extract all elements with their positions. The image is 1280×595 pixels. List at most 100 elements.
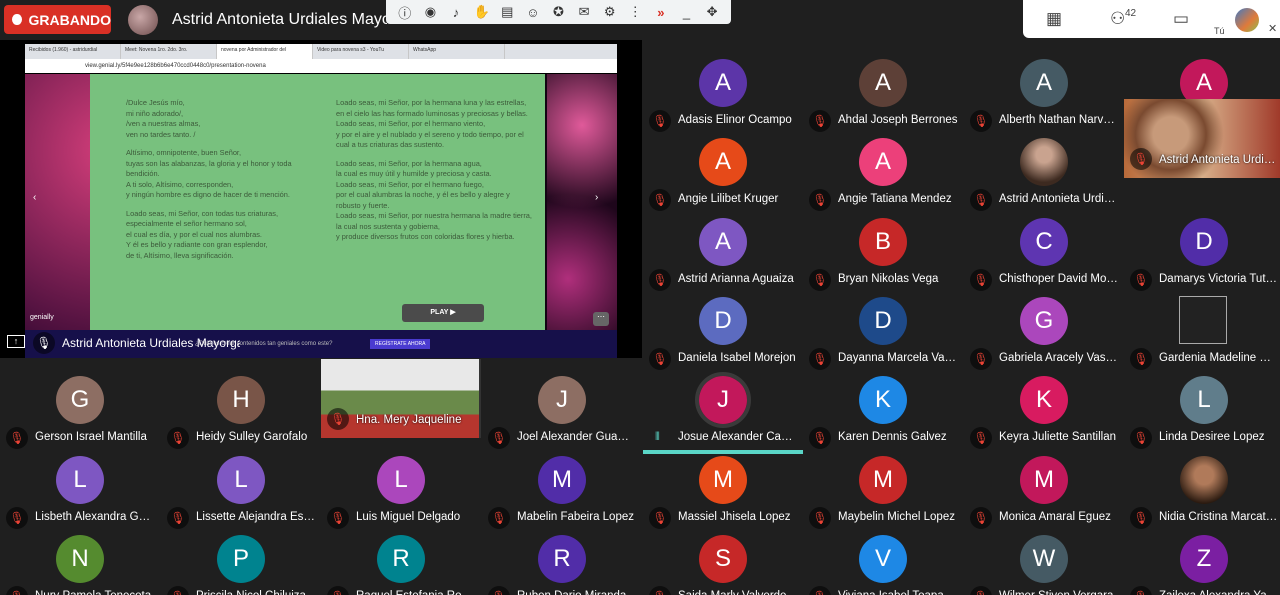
participant-tile[interactable]: W 🎙 Wilmer Stiven Vergara bbox=[964, 534, 1124, 595]
more-vert-icon[interactable]: ⋮ bbox=[626, 4, 644, 20]
mic-off-icon: 🎙 bbox=[809, 269, 831, 291]
participant-tile[interactable]: A 🎙 Astrid Arianna Aguaiza bbox=[643, 217, 803, 296]
move-icon[interactable]: ✥ bbox=[703, 4, 721, 20]
participant-tile[interactable]: D 🎙 Daniela Isabel Morejon bbox=[643, 296, 803, 375]
mic-off-icon: 🎙 bbox=[970, 189, 992, 211]
participant-name: Luis Miguel Delgado bbox=[356, 511, 461, 523]
mic-off-icon: 🎙 bbox=[809, 427, 831, 449]
slide-menu-icon: ⋯ bbox=[593, 312, 609, 326]
participant-tile[interactable]: G 🎙 Gabriela Aracely Vasquez bbox=[964, 296, 1124, 375]
participant-tile[interactable]: J ⦀ Josue Alexander Castro bbox=[643, 372, 803, 454]
slide-text-panel: /Dulce Jesús mío, mi niño adorado/, /ven… bbox=[90, 74, 545, 330]
participant-tile[interactable]: G 🎙 Gerson Israel Mantilla bbox=[0, 375, 160, 454]
avatar: A bbox=[859, 59, 907, 107]
participant-tile[interactable]: N 🎙 Nury Pamela Tenecota bbox=[0, 534, 160, 595]
chevron-right-icon: › bbox=[595, 192, 599, 203]
participant-tile[interactable]: 🎙 Astrid Antonieta Urdiales bbox=[964, 137, 1124, 216]
avatar: N bbox=[56, 535, 104, 583]
participant-tile[interactable]: R 🎙 Raquel Estefania Rodriguez bbox=[321, 534, 481, 595]
grid-layout-icon[interactable]: ▦ bbox=[1046, 9, 1062, 29]
presenter-avatar bbox=[128, 5, 158, 35]
participant-tile[interactable]: V 🎙 Viviana Isabel Toapanta bbox=[803, 534, 963, 595]
participant-tile[interactable]: D 🎙 Dayanna Marcela Valdez bbox=[803, 296, 963, 375]
participant-name: Gerson Israel Mantilla bbox=[35, 431, 147, 443]
raise-hand-icon[interactable]: ✋ bbox=[473, 4, 491, 20]
badge-icon[interactable]: ✪ bbox=[549, 4, 567, 20]
info-icon[interactable]: ⓘ bbox=[396, 3, 414, 22]
present-icon[interactable]: ↑ bbox=[7, 335, 25, 348]
chevrons-right-icon[interactable]: » bbox=[652, 5, 670, 20]
participant-name: Joel Alexander Guaman bbox=[517, 431, 637, 443]
mic-off-icon: 🎙 bbox=[1130, 269, 1152, 291]
participant-tile[interactable]: S 🎙 Saida Marly Valverde bbox=[643, 534, 803, 595]
participant-tile[interactable]: A 🎙 Alberth Nathan Narvaez bbox=[964, 58, 1124, 137]
participant-name: Linda Desiree Lopez bbox=[1159, 431, 1265, 443]
presenter-name: Astrid Antonieta Urdiales Mayorga bbox=[172, 11, 387, 28]
avatar: A bbox=[1020, 59, 1068, 107]
mic-off-icon: 🎙 bbox=[649, 586, 671, 595]
mic-off-icon: 🎙 bbox=[649, 110, 671, 132]
participant-tile[interactable]: L 🎙 Lisbeth Alexandra Gomez bbox=[0, 455, 160, 534]
minimize-icon[interactable]: _ bbox=[678, 5, 696, 20]
avatar: L bbox=[1180, 376, 1228, 424]
participant-name: Gabriela Aracely Vasquez bbox=[999, 352, 1119, 364]
browser-tab: WhatsApp bbox=[409, 44, 505, 59]
browser-tab: Recibidos (1.960) - astridurdial bbox=[25, 44, 121, 59]
prayer-paragraph: Altísimo, omnipotente, buen Señor, tuyas… bbox=[126, 148, 292, 200]
participant-tile[interactable]: A 🎙 Ahdal Joseph Berrones bbox=[803, 58, 963, 137]
participant-tile[interactable]: 🎙 Astrid Antonieta Urdiales bbox=[1124, 99, 1280, 178]
participant-name: Massiel Jhisela Lopez bbox=[678, 511, 791, 523]
participant-tile[interactable]: D 🎙 Damarys Victoria Tutiven bbox=[1124, 217, 1280, 296]
participant-tile[interactable]: M 🎙 Monica Amaral Eguez bbox=[964, 455, 1124, 534]
participant-tile[interactable]: Z 🎙 Zailexa Alexandra Yanez bbox=[1124, 534, 1280, 595]
participant-name: Ahdal Joseph Berrones bbox=[838, 114, 958, 126]
participant-tile[interactable]: L 🎙 Lissette Alejandra Espinoza bbox=[161, 455, 321, 534]
participant-tile[interactable]: J 🎙 Joel Alexander Guaman bbox=[482, 375, 642, 454]
chat-bubble-icon[interactable]: ✉ bbox=[575, 4, 593, 20]
participant-tile[interactable]: 🎙 Gardenia Madeline Garcia bbox=[1124, 296, 1280, 375]
mic-off-icon: 🎙 bbox=[809, 110, 831, 132]
chat-icon[interactable]: ▭ bbox=[1173, 9, 1189, 29]
participant-tile[interactable]: 🎙 Hna. Mery Jaqueline bbox=[321, 359, 481, 438]
participant-tile[interactable]: R 🎙 Ruben Dario Miranda bbox=[482, 534, 642, 595]
avatar: A bbox=[859, 138, 907, 186]
browser-url-bar: view.genial.ly/5f4e9ee128b6b6e470ccd0448… bbox=[25, 59, 617, 73]
emoji-icon[interactable]: ☺ bbox=[524, 5, 542, 20]
participant-tile[interactable]: H 🎙 Heidy Sulley Garofalo bbox=[161, 375, 321, 454]
participant-name: Priscila Nicol Chiluiza bbox=[196, 590, 316, 595]
clipboard-icon[interactable]: ▤ bbox=[498, 4, 516, 20]
avatar: A bbox=[699, 138, 747, 186]
avatar: J bbox=[538, 376, 586, 424]
participant-tile[interactable]: P 🎙 Priscila Nicol Chiluiza bbox=[161, 534, 321, 595]
participant-tile[interactable]: A 🎙 Angie Lilibet Kruger bbox=[643, 137, 803, 216]
register-button: REGÍSTRATE AHORA bbox=[370, 339, 431, 349]
participant-tile[interactable]: K 🎙 Karen Dennis Galvez bbox=[803, 375, 963, 454]
prayer-paragraph: Loado seas, mi Señor, por la hermana agu… bbox=[336, 158, 532, 242]
mic-off-icon: 🎙 bbox=[1130, 148, 1152, 170]
participant-tile[interactable]: K 🎙 Keyra Juliette Santillan bbox=[964, 375, 1124, 454]
participant-name: Monica Amaral Eguez bbox=[999, 511, 1111, 523]
participant-tile[interactable]: L 🎙 Linda Desiree Lopez bbox=[1124, 375, 1280, 454]
gear-icon[interactable]: ⚙ bbox=[601, 4, 619, 20]
participant-tile[interactable]: M 🎙 Massiel Jhisela Lopez bbox=[643, 455, 803, 534]
participant-tile[interactable]: A 🎙 Adasis Elinor Ocampo bbox=[643, 58, 803, 137]
browser-tab: Video para novena s3 - YouTu bbox=[313, 44, 409, 59]
participant-tile[interactable]: B 🎙 Bryan Nikolas Vega bbox=[803, 217, 963, 296]
participant-tile[interactable]: L 🎙 Luis Miguel Delgado bbox=[321, 455, 481, 534]
people-icon[interactable]: ⚇ bbox=[1110, 9, 1125, 29]
slide-left-column: /Dulce Jesús mío, mi niño adorado/, /ven… bbox=[126, 98, 326, 269]
mic-off-icon: 🎙 bbox=[488, 507, 510, 529]
participant-tile[interactable]: M 🎙 Maybelin Michel Lopez bbox=[803, 455, 963, 534]
volume-icon[interactable]: ♪ bbox=[447, 5, 465, 20]
close-icon[interactable]: ✕ bbox=[1268, 22, 1277, 35]
participant-tile[interactable]: M 🎙 Mabelin Fabeira Lopez bbox=[482, 455, 642, 534]
participant-tile[interactable]: A 🎙 Angie Tatiana Mendez bbox=[803, 137, 963, 216]
eye-icon[interactable]: ◉ bbox=[421, 4, 439, 20]
avatar: R bbox=[377, 535, 425, 583]
avatar: L bbox=[217, 456, 265, 504]
participant-tile[interactable]: 🎙 Nidia Cristina Marcatoma bbox=[1124, 455, 1280, 534]
participant-tile[interactable]: C 🎙 Chisthoper David Moreno bbox=[964, 217, 1124, 296]
participant-name: Adasis Elinor Ocampo bbox=[678, 114, 792, 126]
avatar: D bbox=[1180, 218, 1228, 266]
self-avatar[interactable] bbox=[1235, 8, 1259, 32]
